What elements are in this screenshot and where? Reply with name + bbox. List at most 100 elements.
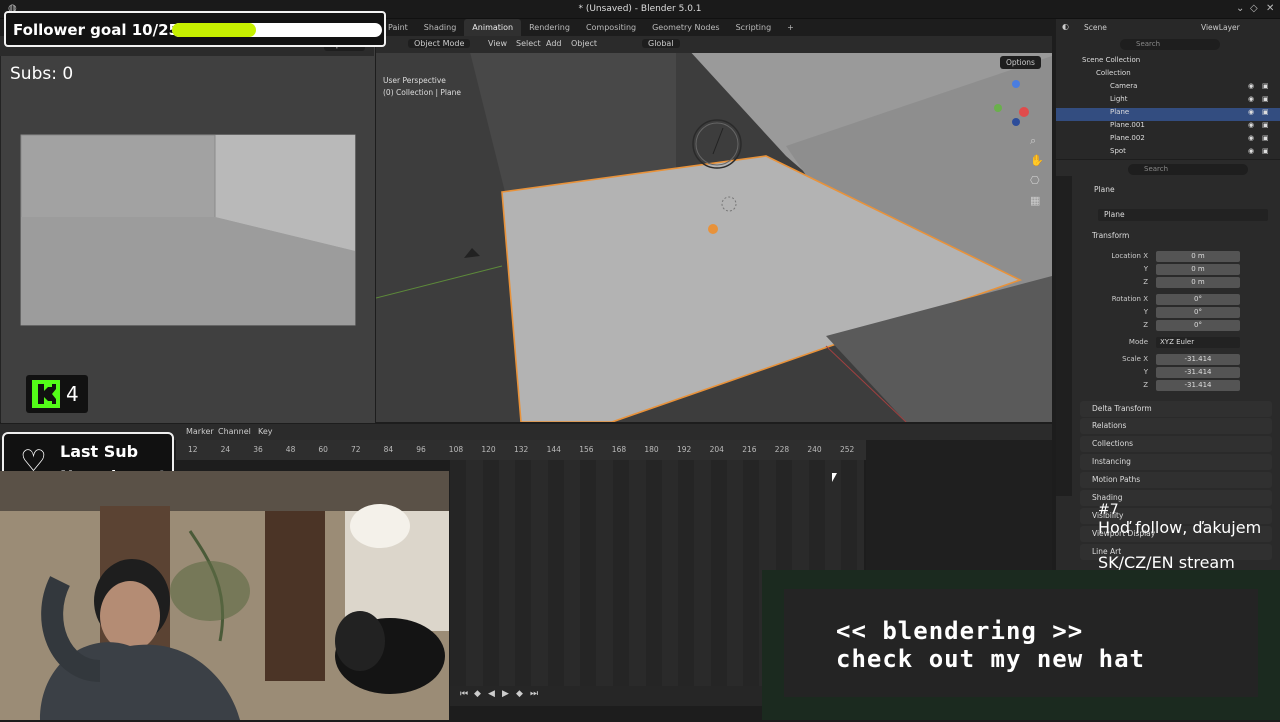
play-reverse-icon[interactable]: ◀ (488, 689, 495, 699)
viewport-options-button[interactable]: Options (1000, 56, 1041, 69)
location-x-label: Location X (1111, 252, 1148, 260)
rotation-y-field[interactable]: 0° (1156, 307, 1240, 318)
outliner-item[interactable]: Camera ◉ ▣ (1056, 82, 1280, 95)
outliner-root[interactable]: Scene Collection (1056, 56, 1280, 69)
pan-hand-icon[interactable]: ✋ (1030, 154, 1044, 167)
location-z-field[interactable]: 0 m (1156, 277, 1240, 288)
viewport-menu-object[interactable]: Object (571, 39, 597, 48)
visibility-eye-icon[interactable]: ◉ (1248, 95, 1254, 103)
frame-tick-label: 168 (611, 445, 627, 454)
rotation-z-field[interactable]: 0° (1156, 320, 1240, 331)
tab-animation[interactable]: Animation (464, 19, 522, 36)
outliner-item-label: Spot (1110, 147, 1126, 155)
kick-badge: 4 (26, 375, 88, 413)
maximize-icon[interactable]: ◇ (1250, 3, 1258, 14)
timeline-column-stripe (613, 460, 629, 686)
zoom-icon[interactable]: ⌕ (1030, 134, 1036, 148)
jump-start-icon[interactable]: ⏮ (460, 689, 468, 699)
next-keyframe-icon[interactable]: ◆ (516, 689, 523, 699)
render-toggle-icon[interactable]: ▣ (1262, 147, 1269, 155)
frame-tick-label: 180 (644, 445, 659, 454)
scale-z-field[interactable]: -31.414 (1156, 380, 1240, 391)
scale-y-field[interactable]: -31.414 (1156, 367, 1240, 378)
visibility-eye-icon[interactable]: ◉ (1248, 108, 1254, 116)
timeline-menu-channel[interactable]: Channel (218, 427, 251, 436)
timeline-ruler[interactable]: 12 24 36 48 60 72 84 96 108 120 132 144 156 168 180 192… (176, 440, 866, 460)
frame-tick-label: 108 (448, 445, 464, 454)
banner-line-1: << blendering >> (836, 617, 1084, 645)
jump-end-icon[interactable]: ⏭ (530, 689, 538, 699)
outliner-item[interactable]: Plane.001 ◉ ▣ (1056, 121, 1280, 134)
tab--[interactable]: + (779, 19, 802, 36)
timeline-column-stripe (678, 460, 695, 686)
kick-count: 4 (66, 382, 79, 406)
subs-counter: Subs: 0 (10, 64, 74, 84)
visibility-eye-icon[interactable]: ◉ (1248, 134, 1254, 142)
viewport-collection-label: (0) Collection | Plane (383, 88, 461, 97)
section-motion-paths[interactable]: Motion Paths (1080, 472, 1272, 488)
scale-x-field[interactable]: -31.414 (1156, 354, 1240, 365)
grid-toggle-icon[interactable]: ▦ (1030, 194, 1040, 207)
section-instancing[interactable]: Instancing (1080, 454, 1272, 470)
outliner-item[interactable]: Plane.002 ◉ ▣ (1056, 134, 1280, 147)
section-delta-transform[interactable]: Delta Transform (1080, 401, 1272, 417)
play-icon[interactable]: ▶ (502, 689, 509, 699)
main-viewport[interactable] (375, 36, 1052, 423)
rotation-mode-dropdown[interactable]: XYZ Euler (1156, 337, 1240, 348)
outliner-search-input[interactable]: Search (1120, 39, 1220, 50)
viewlayer-selector[interactable]: ViewLayer (1201, 23, 1240, 32)
rotation-x-field[interactable]: 0° (1156, 294, 1240, 305)
timeline-column-stripe (710, 460, 727, 686)
object-name-field[interactable]: Plane (1098, 209, 1268, 221)
outliner-collection[interactable]: Collection (1056, 69, 1280, 82)
visibility-eye-icon[interactable]: ◉ (1248, 121, 1254, 129)
outliner-item[interactable]: Plane ◉ ▣ (1056, 108, 1280, 121)
location-x-field[interactable]: 0 m (1156, 251, 1240, 262)
frame-tick-label: 48 (285, 445, 296, 454)
rotation-y-label: Y (1143, 308, 1148, 316)
properties-tab-sidebar[interactable] (1056, 176, 1072, 496)
section-collections[interactable]: Collections (1080, 436, 1272, 452)
location-y-field[interactable]: 0 m (1156, 264, 1240, 275)
prev-keyframe-icon[interactable]: ◆ (474, 689, 481, 699)
tab-scripting[interactable]: Scripting (728, 19, 780, 36)
scene-selector[interactable]: Scene (1084, 23, 1107, 32)
timeline-menu-marker[interactable]: Marker (186, 427, 214, 436)
tab-rendering[interactable]: Rendering (521, 19, 578, 36)
section-relations[interactable]: Relations (1080, 418, 1272, 434)
close-icon[interactable]: ✕ (1266, 3, 1274, 14)
visibility-eye-icon[interactable]: ◉ (1248, 147, 1254, 155)
webcam-scene (0, 471, 449, 720)
mouse-cursor-icon (832, 473, 837, 482)
tab-shading[interactable]: Shading (416, 19, 465, 36)
render-toggle-icon[interactable]: ▣ (1262, 108, 1269, 116)
outliner-item[interactable]: Light ◉ ▣ (1056, 95, 1280, 108)
timeline-menu-key[interactable]: Key (258, 427, 273, 436)
render-toggle-icon[interactable]: ▣ (1262, 82, 1269, 90)
render-toggle-icon[interactable]: ▣ (1262, 134, 1269, 142)
transform-orientation-dropdown[interactable]: Global (642, 39, 680, 48)
minimize-icon[interactable]: ⌄ (1236, 3, 1244, 14)
camera-viewport[interactable] (0, 36, 375, 423)
transform-section-header[interactable]: Transform (1092, 231, 1129, 240)
frame-tick-label: 120 (481, 445, 496, 454)
viewport-menu-select[interactable]: Select (516, 39, 541, 48)
scale-y-label: Y (1143, 368, 1148, 376)
tab-geometry-nodes[interactable]: Geometry Nodes (644, 19, 727, 36)
render-toggle-icon[interactable]: ▣ (1262, 95, 1269, 103)
tab-compositing[interactable]: Compositing (578, 19, 644, 36)
visibility-eye-icon[interactable]: ◉ (1248, 82, 1254, 90)
viewport-menu-view[interactable]: View (488, 39, 507, 48)
camera-view-scene (1, 37, 375, 423)
scene-icon[interactable]: ◐ (1062, 22, 1069, 31)
render-toggle-icon[interactable]: ▣ (1262, 121, 1269, 129)
timeline-column-stripe (547, 460, 564, 686)
object-mode-dropdown[interactable]: Object Mode (408, 39, 471, 48)
outliner-panel: ◐ Scene ViewLayer Search Scene Collectio… (1056, 19, 1280, 159)
frame-tick-label: 240 (807, 445, 822, 454)
outliner-item[interactable]: Spot ◉ ▣ (1056, 147, 1280, 160)
camera-toggle-icon[interactable]: ⎔ (1030, 174, 1040, 187)
viewport-menu-add[interactable]: Add (546, 39, 562, 48)
frame-tick-label: 156 (579, 445, 594, 454)
properties-search-input[interactable]: Search (1128, 164, 1248, 175)
